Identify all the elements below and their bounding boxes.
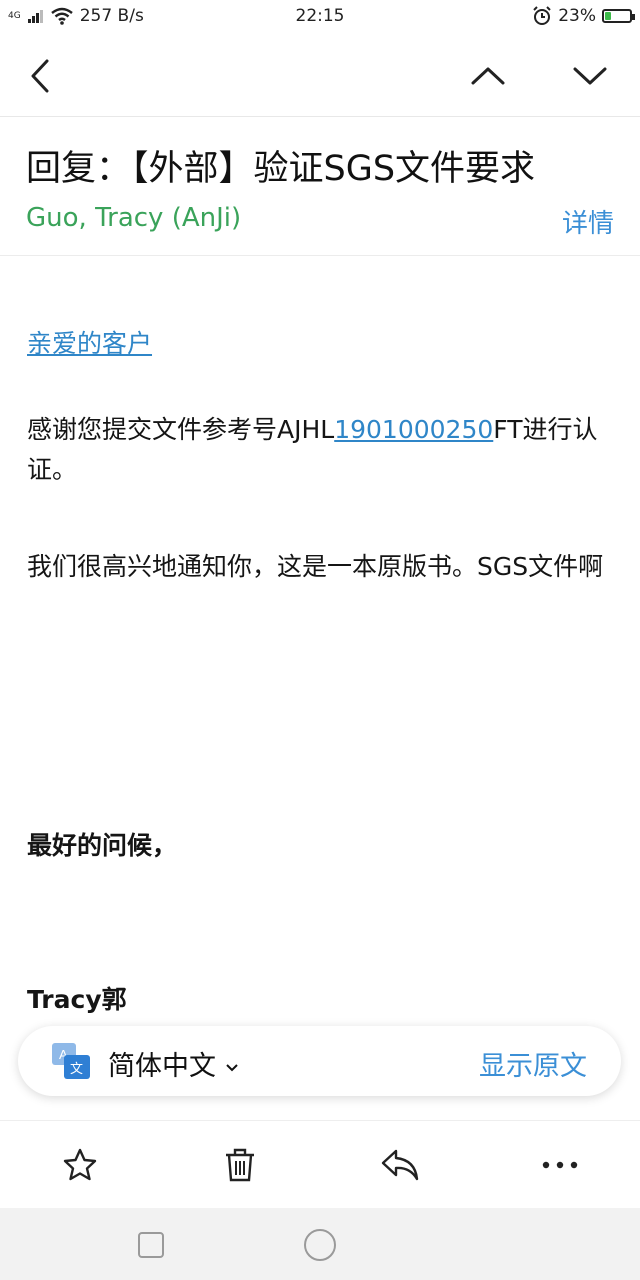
previous-email-button[interactable] [466, 54, 510, 98]
trash-icon [226, 1148, 254, 1182]
recents-icon[interactable] [137, 1231, 165, 1259]
translation-bar: A 文 简体中文 显示原文 [18, 1026, 621, 1096]
language-selector[interactable]: 简体中文 [108, 1044, 239, 1083]
bottom-toolbar [0, 1120, 640, 1209]
navigation-bar [0, 36, 640, 117]
translate-icon: A 文 [52, 1043, 90, 1079]
reply-button[interactable] [378, 1143, 422, 1187]
signature-line: Tracy郭 [27, 985, 127, 1014]
next-email-button[interactable] [568, 54, 612, 98]
language-label: 简体中文 [108, 1051, 216, 1082]
star-button[interactable] [58, 1143, 102, 1187]
battery-icon [602, 9, 635, 23]
show-original-button[interactable]: 显示原文 [479, 1044, 587, 1083]
more-button[interactable] [538, 1143, 582, 1187]
back-button[interactable] [18, 54, 62, 98]
home-icon[interactable] [303, 1228, 337, 1262]
details-link[interactable]: 详情 [562, 203, 614, 240]
status-right: 23% [532, 6, 635, 26]
chevron-left-icon [31, 59, 49, 93]
battery-fill [605, 12, 611, 20]
email-subject: 回复：【外部】验证SGS文件要求 [26, 149, 536, 189]
system-navigation-bar [0, 1208, 640, 1280]
chevron-down-icon [573, 67, 607, 85]
reference-number-link[interactable]: 1901000250 [334, 415, 493, 444]
reply-icon [381, 1149, 419, 1181]
alarm-icon [533, 6, 551, 25]
chevron-up-icon [471, 67, 505, 85]
header-divider [0, 255, 640, 256]
closing-line: 最好的问候， [27, 831, 178, 860]
chevron-down-icon [225, 1063, 238, 1071]
star-icon [63, 1148, 97, 1181]
more-icon [542, 1161, 578, 1169]
delete-button[interactable] [218, 1143, 262, 1187]
paragraph-1: 感谢您提交文件参考号AJHL1901000250FT进行认证。 [27, 410, 612, 490]
sender-name[interactable]: Guo, Tracy (AnJi) [26, 203, 241, 233]
greeting-line: 亲爱的客户 [27, 324, 612, 364]
greeting-link[interactable]: 亲爱的客户 [27, 329, 152, 358]
battery-percent: 23% [558, 6, 596, 26]
paragraph-2: 我们很高兴地通知你，这是一本原版书。SGS文件啊 [27, 552, 604, 581]
status-bar: 4G 257 B/s 22:15 23% [0, 0, 640, 36]
svg-text:文: 文 [70, 1062, 83, 1077]
para1-prefix: 感谢您提交文件参考号AJHL [27, 415, 335, 444]
